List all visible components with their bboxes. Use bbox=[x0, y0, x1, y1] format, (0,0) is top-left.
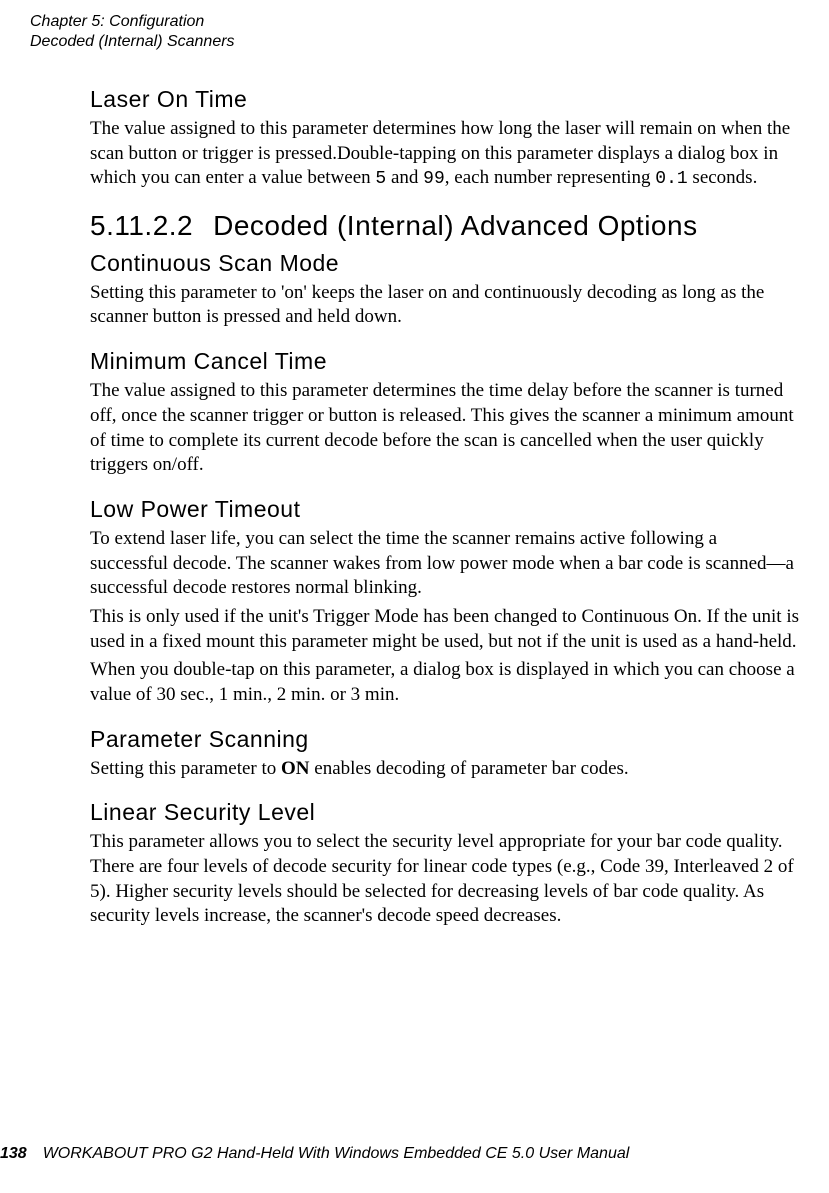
heading-linear-security-level: Linear Security Level bbox=[90, 799, 799, 826]
heading-minimum-cancel-time: Minimum Cancel Time bbox=[90, 348, 799, 375]
para-low-power-1: To extend laser life, you can select the… bbox=[90, 527, 799, 601]
para-linear-security-level: This parameter allows you to select the … bbox=[90, 830, 799, 929]
running-header: Chapter 5: Configuration Decoded (Intern… bbox=[30, 12, 799, 52]
heading-parameter-scanning: Parameter Scanning bbox=[90, 726, 799, 753]
para-laser-on-time: The value assigned to this parameter det… bbox=[90, 117, 799, 192]
heading-advanced-options: 5.11.2.2 Decoded (Internal) Advanced Opti… bbox=[90, 210, 799, 242]
text: , each number representing bbox=[445, 167, 656, 188]
page-number: 138 bbox=[0, 1145, 27, 1162]
value-0-1: 0.1 bbox=[655, 169, 687, 189]
para-parameter-scanning: Setting this parameter to ON enables dec… bbox=[90, 757, 799, 782]
content-area: Laser On Time The value assigned to this… bbox=[90, 86, 799, 929]
running-header-section: Decoded (Internal) Scanners bbox=[30, 32, 799, 52]
heading-continuous-scan-mode: Continuous Scan Mode bbox=[90, 250, 799, 277]
text: seconds. bbox=[688, 167, 758, 188]
running-header-chapter: Chapter 5: Configuration bbox=[30, 12, 799, 32]
para-continuous-scan-mode: Setting this parameter to 'on' keeps the… bbox=[90, 281, 799, 330]
text: Setting this parameter to bbox=[90, 758, 281, 779]
value-99: 99 bbox=[423, 169, 445, 189]
para-low-power-2: This is only used if the unit's Trigger … bbox=[90, 605, 799, 654]
footer-text: WORKABOUT PRO G2 Hand-Held With Windows … bbox=[43, 1145, 630, 1162]
heading-laser-on-time: Laser On Time bbox=[90, 86, 799, 113]
text: enables decoding of parameter bar codes. bbox=[310, 758, 629, 779]
page-footer: 138 WORKABOUT PRO G2 Hand-Held With Windo… bbox=[0, 1145, 629, 1163]
page: Chapter 5: Configuration Decoded (Intern… bbox=[0, 0, 829, 1193]
section-title: Decoded (Internal) Advanced Options bbox=[213, 210, 697, 241]
text: and bbox=[386, 167, 423, 188]
value-on: ON bbox=[281, 758, 310, 779]
heading-low-power-timeout: Low Power Timeout bbox=[90, 496, 799, 523]
para-minimum-cancel-time: The value assigned to this parameter det… bbox=[90, 379, 799, 478]
section-number: 5.11.2.2 bbox=[90, 210, 193, 241]
para-low-power-3: When you double-tap on this parameter, a… bbox=[90, 658, 799, 707]
value-5: 5 bbox=[375, 169, 386, 189]
